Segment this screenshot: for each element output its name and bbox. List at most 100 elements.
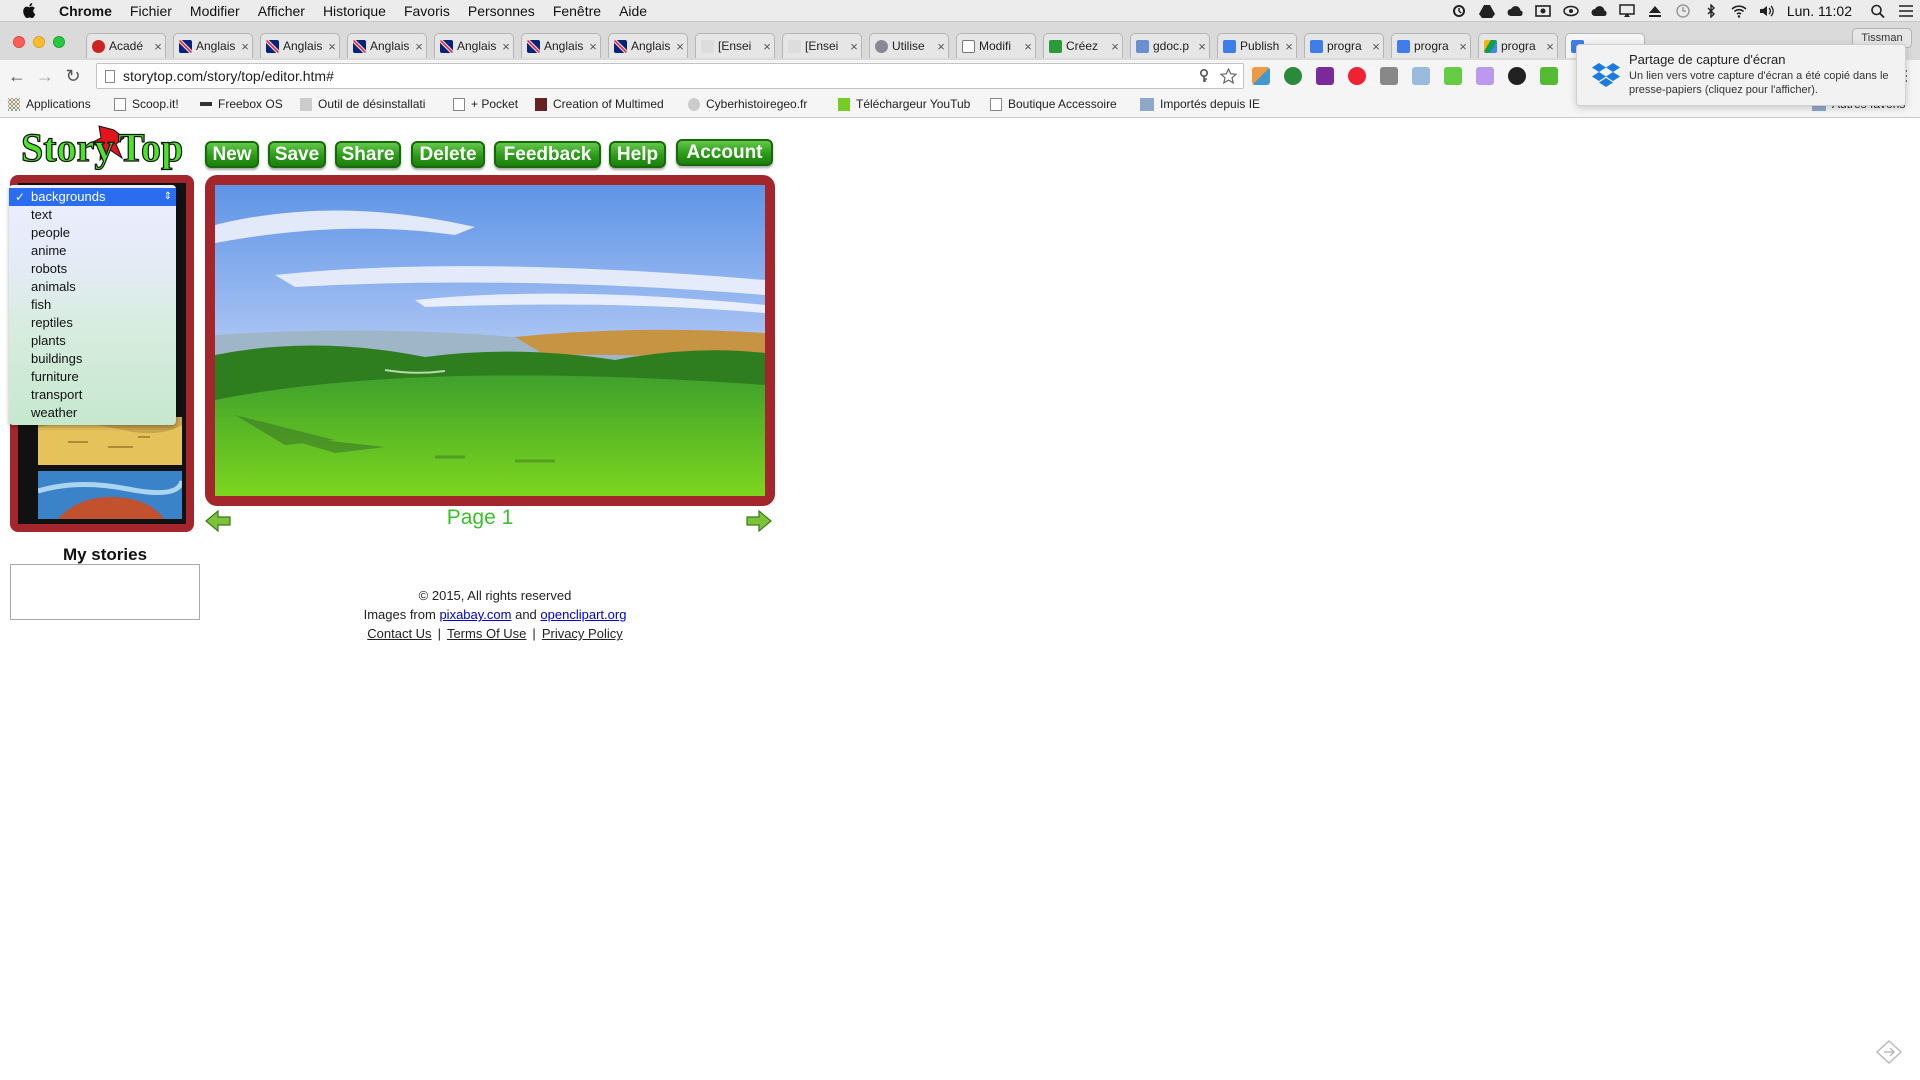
- category-option-plants[interactable]: plants: [9, 332, 176, 350]
- browser-tab[interactable]: Acadé ×: [86, 33, 166, 58]
- menu-aide[interactable]: Aide: [610, 3, 656, 19]
- drive-icon[interactable]: [1478, 4, 1495, 18]
- category-option-weather[interactable]: weather: [9, 404, 176, 422]
- contact-us-link[interactable]: Contact Us: [367, 626, 431, 641]
- bookmark-telechargeur[interactable]: Téléchargeur YouTub: [838, 97, 970, 111]
- browser-tab[interactable]: progra ×: [1304, 33, 1384, 58]
- browser-tab[interactable]: progra ×: [1478, 33, 1558, 58]
- tab-close-icon[interactable]: ×: [586, 39, 600, 54]
- browser-tab[interactable]: Modifi ×: [956, 33, 1036, 58]
- category-dropdown[interactable]: ✓ backgrounds ⇕ text people anime robots…: [9, 185, 176, 425]
- browser-tab[interactable]: progra ×: [1391, 33, 1471, 58]
- menu-app-name[interactable]: Chrome: [50, 3, 121, 19]
- extension-download-icon[interactable]: [1444, 67, 1462, 85]
- extension-onenote-icon[interactable]: [1316, 67, 1334, 85]
- menu-fichier[interactable]: Fichier: [121, 3, 181, 19]
- minimize-window-button[interactable]: [33, 36, 45, 48]
- clock[interactable]: Lun. 11:02: [1787, 3, 1852, 19]
- save-button[interactable]: Save: [268, 141, 326, 168]
- tab-close-icon[interactable]: ×: [1195, 39, 1209, 54]
- category-option-furniture[interactable]: furniture: [9, 368, 176, 386]
- bookmark-folder-importes[interactable]: Importés depuis IE: [1140, 97, 1260, 111]
- browser-tab[interactable]: [Ensei ×: [695, 33, 775, 58]
- menu-fenetre[interactable]: Fenêtre: [544, 3, 610, 19]
- browser-tab[interactable]: Anglais ×: [434, 33, 514, 58]
- account-button[interactable]: Account: [676, 139, 773, 166]
- back-arrow-icon[interactable]: ←: [6, 65, 28, 87]
- category-option-text[interactable]: text: [9, 206, 176, 224]
- tab-close-icon[interactable]: ×: [847, 39, 861, 54]
- close-window-button[interactable]: [13, 36, 25, 48]
- wifi-icon[interactable]: [1731, 4, 1747, 18]
- category-option-backgrounds[interactable]: ✓ backgrounds ⇕: [9, 188, 176, 206]
- menu-favoris[interactable]: Favoris: [395, 3, 459, 19]
- browser-tab[interactable]: Anglais ×: [347, 33, 427, 58]
- bookmark-scoopit[interactable]: Scoop.it!: [114, 97, 179, 111]
- extension-circle-icon[interactable]: [1508, 67, 1526, 85]
- notification-center-icon[interactable]: [1898, 4, 1914, 18]
- share-button[interactable]: Share: [335, 141, 401, 168]
- bookmark-star-icon[interactable]: [1220, 68, 1237, 84]
- sync-icon[interactable]: [1451, 4, 1467, 18]
- browser-tab[interactable]: Anglais ×: [608, 33, 688, 58]
- category-option-fish[interactable]: fish: [9, 296, 176, 314]
- extension-evernote-icon[interactable]: [1284, 67, 1302, 85]
- terms-of-use-link[interactable]: Terms Of Use: [447, 626, 526, 641]
- browser-tab[interactable]: gdoc.p ×: [1130, 33, 1210, 58]
- cloud-icon[interactable]: [1507, 4, 1523, 18]
- category-option-reptiles[interactable]: reptiles: [9, 314, 176, 332]
- openclipart-link[interactable]: openclipart.org: [540, 607, 626, 622]
- forward-arrow-icon[interactable]: →: [34, 65, 56, 87]
- bookmark-cyberhistoiregeo[interactable]: Cyberhistoiregeo.fr: [688, 97, 807, 111]
- tab-close-icon[interactable]: ×: [1282, 39, 1296, 54]
- url-text[interactable]: storytop.com/story/top/editor.htm#: [123, 68, 1198, 84]
- key-icon[interactable]: [1198, 69, 1210, 83]
- help-button[interactable]: Help: [609, 141, 666, 168]
- tab-close-icon[interactable]: ×: [934, 39, 948, 54]
- reload-icon[interactable]: ↻: [62, 65, 84, 87]
- browser-tab[interactable]: Publish ×: [1217, 33, 1297, 58]
- feedback-button[interactable]: Feedback: [494, 141, 601, 168]
- storytop-logo[interactable]: Story Top: [18, 124, 188, 176]
- bookmark-applications[interactable]: Applications: [8, 97, 91, 111]
- tab-close-icon[interactable]: ×: [1108, 39, 1122, 54]
- browser-tab[interactable]: [Ensei ×: [782, 33, 862, 58]
- extension-green-icon[interactable]: [1540, 67, 1558, 85]
- address-bar[interactable]: storytop.com/story/top/editor.htm#: [96, 63, 1244, 89]
- tab-close-icon[interactable]: ×: [1369, 39, 1383, 54]
- browser-tab[interactable]: Anglais ×: [260, 33, 340, 58]
- eject-icon[interactable]: [1647, 4, 1663, 18]
- extension-puzzle-icon[interactable]: [1252, 67, 1270, 85]
- menu-historique[interactable]: Historique: [314, 3, 395, 19]
- category-option-transport[interactable]: transport: [9, 386, 176, 404]
- my-stories-list[interactable]: [10, 564, 200, 620]
- extension-lastpass-icon[interactable]: [1348, 67, 1366, 85]
- screenshot-icon[interactable]: [1535, 4, 1551, 18]
- tab-close-icon[interactable]: ×: [1021, 39, 1035, 54]
- next-page-arrow-icon[interactable]: [746, 510, 772, 532]
- browser-tab[interactable]: Créez ×: [1043, 33, 1123, 58]
- creative-cloud-icon[interactable]: [1591, 4, 1607, 18]
- category-option-buildings[interactable]: buildings: [9, 350, 176, 368]
- category-option-people[interactable]: people: [9, 224, 176, 242]
- bookmark-boutique[interactable]: Boutique Accessoire: [990, 97, 1117, 111]
- extension-pen-icon[interactable]: [1476, 67, 1494, 85]
- tab-close-icon[interactable]: ×: [760, 39, 774, 54]
- airplay-icon[interactable]: [1619, 4, 1635, 18]
- dropbox-notification[interactable]: Partage de capture d'écran Un lien vers …: [1576, 44, 1906, 106]
- volume-icon[interactable]: [1759, 4, 1775, 18]
- tab-close-icon[interactable]: ×: [673, 39, 687, 54]
- bookmark-outil[interactable]: Outil de désinstallati: [300, 97, 425, 111]
- story-page-canvas[interactable]: [215, 185, 765, 496]
- menu-modifier[interactable]: Modifier: [181, 3, 249, 19]
- extension-camera-icon[interactable]: [1412, 67, 1430, 85]
- bookmark-creation-multimed[interactable]: Creation of Multimed: [535, 97, 664, 111]
- maximize-window-button[interactable]: [53, 36, 65, 48]
- category-option-robots[interactable]: robots: [9, 260, 176, 278]
- extension-grid-icon[interactable]: [1380, 67, 1398, 85]
- menu-personnes[interactable]: Personnes: [459, 3, 544, 19]
- browser-tab[interactable]: Anglais ×: [521, 33, 601, 58]
- category-option-anime[interactable]: anime: [9, 242, 176, 260]
- bookmark-pocket[interactable]: + Pocket: [453, 97, 518, 111]
- apple-logo-icon[interactable]: [22, 3, 36, 18]
